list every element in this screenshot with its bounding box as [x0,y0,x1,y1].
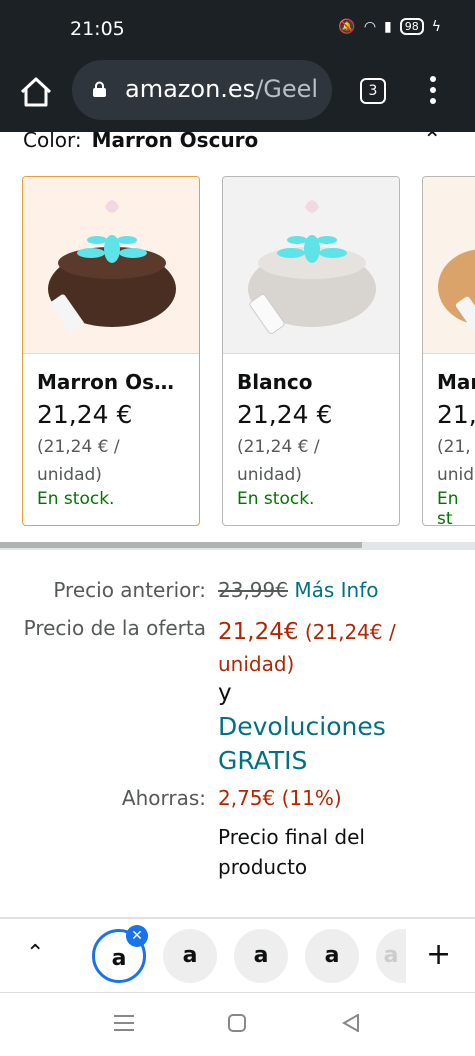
tab-amazon[interactable]: a [376,929,406,983]
savings-label: Ahorras: [121,786,206,810]
swatch-price: 21,24 € [237,400,333,429]
charging-icon: ϟ [431,18,441,35]
recents-icon[interactable] [114,1015,134,1031]
offer-price-label: Precio de la oferta [23,616,206,640]
mute-icon: 🔕 [338,18,356,35]
more-info-link[interactable]: Más Info [294,578,378,602]
product-image [23,177,199,353]
tab-switcher-button[interactable]: 3 [360,78,386,104]
product-image [423,177,475,353]
previous-price: 23,99€ [218,578,288,602]
final-price-note: Precio final del producto [218,825,365,879]
tab-amazon[interactable]: a [305,929,359,983]
selected-color: Marron Oscuro [91,132,259,152]
swatch-marron-claro[interactable]: Mar 21, (21,unid En st [422,176,475,526]
previous-price-label: Precio anterior: [53,578,206,602]
savings-value: 2,75€ (11%) [218,786,342,810]
stock-status: En stock. [237,489,315,509]
swatch-name: Marron Osc... [37,370,185,394]
url-path: /Geel [255,75,319,103]
page-content: Color:Marron Oscuro ⌃ Marron Osc... 21, [0,132,475,917]
browser-toolbar: amazon.es/Geel 3 [0,58,475,132]
back-icon[interactable] [342,1014,360,1032]
overflow-menu-icon[interactable] [428,76,438,106]
home-nav-icon[interactable] [228,1014,246,1032]
battery-icon: 98 [399,18,424,35]
close-icon[interactable]: ✕ [126,925,148,947]
add-tab-icon[interactable]: + [426,937,451,972]
swatch-marron-oscuro[interactable]: Marron Osc... 21,24 € (21,24 € / unidad) … [22,176,200,526]
offer-unit-price: (21,24€ / [304,620,396,644]
lock-icon [93,81,106,97]
chevron-up-icon[interactable]: ⌃ [26,941,44,966]
address-bar[interactable]: amazon.es/Geel [72,60,332,120]
free-returns-link[interactable]: Devoluciones GRATIS [218,710,386,778]
color-selector-label: Color: Marron Oscuro [23,132,258,152]
tab-strip: ⌃ a ✕ a a a a + [0,917,475,992]
swatch-name: Blanco [237,370,313,394]
status-bar: 21:05 🔕 ◠ ▮ 98 ϟ [0,0,475,58]
system-nav-bar [0,992,475,1056]
tab-amazon[interactable]: a [234,929,288,983]
url-domain: amazon.es [125,75,256,103]
offer-price: 21,24€ [218,619,299,645]
swatch-price: 21,24 € [37,400,133,429]
stock-status: En stock. [37,489,115,509]
product-image [223,177,399,353]
swatch-scrollbar[interactable] [0,542,475,550]
home-icon[interactable] [18,74,54,110]
color-swatch-list: Marron Osc... 21,24 € (21,24 € / unidad) … [22,176,475,528]
chevron-up-icon[interactable]: ⌃ [423,132,441,153]
clock: 21:05 [70,18,125,40]
swatch-blanco[interactable]: Blanco 21,24 € (21,24 € / unidad) En stoc… [222,176,400,526]
tab-amazon[interactable]: a [163,929,217,983]
signal-icon: ▮ [384,18,392,35]
wifi-icon: ◠ [363,18,377,35]
